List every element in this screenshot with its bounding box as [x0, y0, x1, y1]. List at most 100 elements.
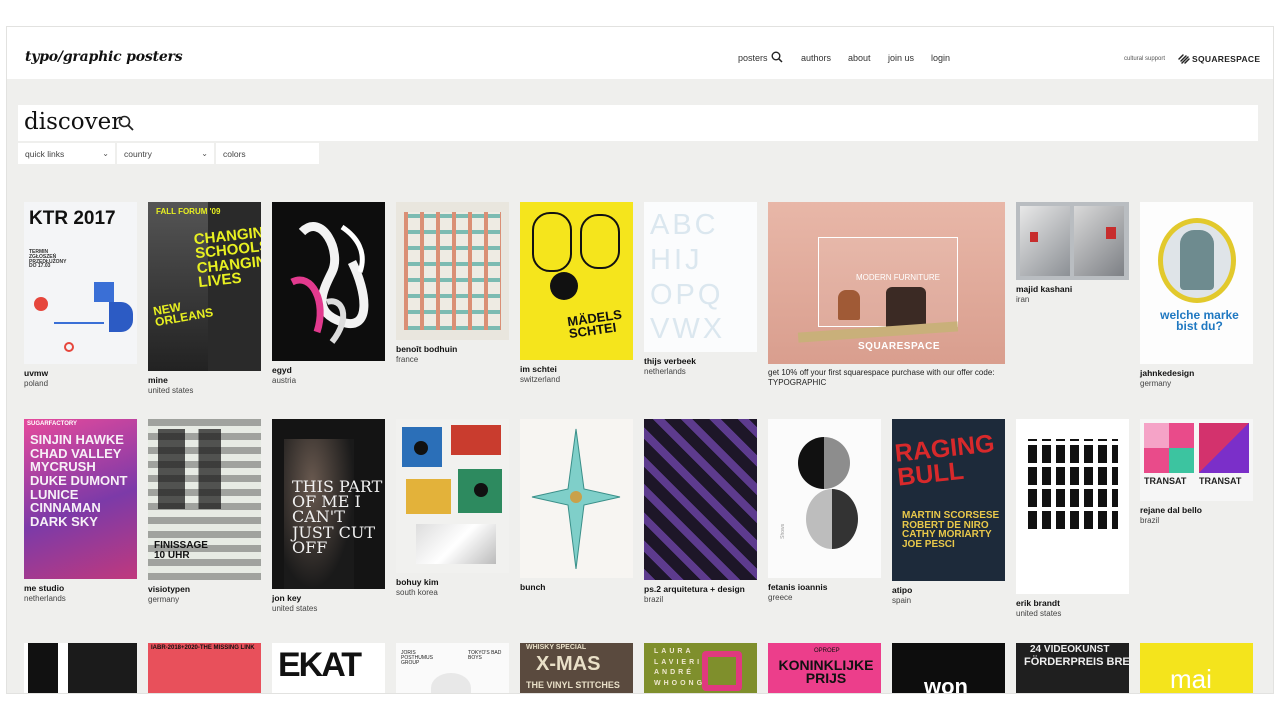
poster-artwork: [531, 428, 621, 570]
poster-image[interactable]: welche marke bist du?: [1140, 202, 1253, 364]
nav-login[interactable]: login: [931, 53, 950, 63]
poster-headline: welche marke bist du?: [1160, 308, 1239, 334]
poster-country: united states: [1016, 609, 1062, 618]
poster-country: netherlands: [644, 367, 686, 376]
poster-image[interactable]: [24, 643, 137, 693]
poster-author[interactable]: atipo: [892, 585, 912, 595]
poster-country: iran: [1016, 295, 1030, 304]
poster-image[interactable]: SUGARFACTORY SINJIN HAWKE CHAD VALLEY MY…: [24, 419, 137, 579]
ad-image[interactable]: MODERN FURNITURE SQUARESPACE: [768, 202, 1005, 364]
poster-headline: FÖRDERPREIS BREMEN: [1024, 656, 1129, 668]
poster-image[interactable]: OPROEP KONINKLIJKE PRIJS: [768, 643, 881, 693]
poster-image[interactable]: won: [892, 643, 1005, 693]
poster-image[interactable]: mai: [1140, 643, 1253, 693]
poster-author[interactable]: me studio: [24, 583, 64, 593]
poster-country: brazil: [1140, 516, 1160, 525]
poster-author[interactable]: erik brandt: [1016, 598, 1060, 608]
nav-authors[interactable]: authors: [801, 53, 831, 63]
nav-about[interactable]: about: [848, 53, 871, 63]
quick-links-select[interactable]: quick links ⌄: [18, 143, 115, 164]
poster-headline: MÄDELS SCHTEI: [566, 306, 623, 342]
ad-offer-text[interactable]: get 10% off your first squarespace purch…: [768, 368, 1004, 389]
poster-image[interactable]: WHISKY SPECIAL X-MAS THE VINYL STITCHES: [520, 643, 633, 693]
poster-image[interactable]: 24 VIDEOKUNST FÖRDERPREIS BREMEN: [1016, 643, 1129, 693]
poster-subtext: TOKYO'S BAD BOYS: [468, 650, 502, 661]
poster-country: switzerland: [520, 375, 561, 384]
poster-image[interactable]: ABC HIJ OPQ VWX: [644, 202, 757, 352]
site-header: typo/graphic posters posters authors abo…: [7, 27, 1273, 79]
poster-author[interactable]: jon key: [272, 593, 301, 603]
nav-posters[interactable]: posters: [738, 51, 783, 63]
poster-headline: FINISSAGE 10 UHR: [154, 540, 208, 561]
poster-author[interactable]: bunch: [520, 582, 546, 592]
poster-headline: JORIS POSTHUMUS GROUP: [401, 650, 433, 666]
poster-author[interactable]: jahnkedesign: [1140, 368, 1194, 378]
poster-image[interactable]: EKAT: [272, 643, 385, 693]
poster-headline: won: [924, 674, 968, 693]
poster-subtext: THE VINYL STITCHES: [526, 680, 620, 690]
poster-headline: RAGING BULL: [893, 429, 996, 492]
poster-headline: EKAT: [278, 646, 362, 684]
poster-image[interactable]: [644, 419, 757, 580]
search-icon[interactable]: [771, 51, 783, 63]
poster-image[interactable]: JORIS POSTHUMUS GROUP TOKYO'S BAD BOYS: [396, 643, 509, 693]
poster-headline: Shows: [780, 523, 787, 539]
poster-image[interactable]: FALL FORUM '09 CHANGING SCHOOLS CHANGING…: [148, 202, 261, 371]
poster-topline: 24 VIDEOKUNST: [1030, 644, 1110, 655]
poster-author[interactable]: thijs verbeek: [644, 356, 696, 366]
poster-author[interactable]: benoît bodhuin: [396, 344, 457, 354]
colors-select[interactable]: colors: [216, 143, 319, 164]
poster-image[interactable]: IABR-2018+2020-THE MISSING LINK: [148, 643, 261, 693]
ad-brand: SQUARESPACE: [858, 341, 940, 352]
poster-author[interactable]: visiotypen: [148, 584, 190, 594]
poster-image[interactable]: LAURA LAVIERI ANDRÉ WHOONG: [644, 643, 757, 693]
poster-country: netherlands: [24, 594, 66, 603]
poster-artwork: [290, 222, 369, 344]
poster-country: united states: [148, 386, 194, 395]
poster-author[interactable]: uvmw: [24, 368, 48, 378]
poster-image[interactable]: KTR 2017 TERMIN ZGŁOSZEŃ PRZEDŁUŻONY DO …: [24, 202, 137, 364]
poster-image[interactable]: [1016, 202, 1129, 280]
poster-headline: KONINKLIJKE PRIJS: [778, 657, 874, 687]
poster-image[interactable]: [272, 202, 385, 361]
poster-image[interactable]: Shows: [768, 419, 881, 578]
poster-topline: SUGARFACTORY: [27, 421, 78, 427]
poster-author[interactable]: mine: [148, 375, 168, 385]
poster-image[interactable]: [396, 202, 509, 340]
poster-country: brazil: [644, 595, 664, 604]
nav-posters-label: posters: [738, 53, 768, 63]
poster-image[interactable]: MÄDELS SCHTEI: [520, 202, 633, 360]
poster-headline: TRANSAT: [1144, 476, 1187, 486]
poster-image[interactable]: TRANSAT TRANSAT: [1140, 419, 1253, 501]
poster-author[interactable]: fetanis ioannis: [768, 582, 828, 592]
poster-subtext: MARTIN SCORSESE ROBERT DE NIRO CATHY MOR…: [902, 510, 1000, 550]
poster-author[interactable]: rejane dal bello: [1140, 505, 1202, 515]
ad-headline: MODERN FURNITURE: [856, 273, 940, 282]
poster-headline: KTR 2017: [29, 208, 116, 229]
search-icon[interactable]: [118, 115, 134, 131]
poster-image[interactable]: THIS PART OF ME I CAN'T JUST CUT OFF: [272, 419, 385, 589]
country-label: country: [124, 149, 152, 159]
poster-country: germany: [148, 595, 180, 604]
site-logo[interactable]: typo/graphic posters: [25, 49, 183, 65]
poster-author[interactable]: ps.2 arquitetura + design: [644, 584, 745, 594]
discover-search-bar[interactable]: discover: [18, 105, 1258, 141]
poster-author[interactable]: bohuy kim: [396, 577, 439, 587]
poster-author[interactable]: majid kashani: [1016, 284, 1072, 294]
poster-image[interactable]: [396, 419, 509, 573]
poster-image[interactable]: [520, 419, 633, 578]
poster-author[interactable]: im schtei: [520, 364, 557, 374]
poster-country: south korea: [396, 588, 438, 597]
sponsor-block[interactable]: cultural support SQUARESPACE: [1124, 53, 1264, 67]
squarespace-logo-icon: [1178, 54, 1190, 64]
chevron-down-icon: ⌄: [102, 149, 109, 158]
nav-join-us[interactable]: join us: [888, 53, 914, 63]
poster-image[interactable]: RAGING BULL MARTIN SCORSESE ROBERT DE NI…: [892, 419, 1005, 581]
poster-author[interactable]: egyd: [272, 365, 292, 375]
poster-country: germany: [1140, 379, 1172, 388]
sponsor-name: SQUARESPACE: [1192, 54, 1261, 64]
country-select[interactable]: country ⌄: [117, 143, 214, 164]
poster-image[interactable]: FINISSAGE 10 UHR: [148, 419, 261, 580]
poster-country: austria: [272, 376, 297, 385]
poster-image[interactable]: [1016, 419, 1129, 594]
